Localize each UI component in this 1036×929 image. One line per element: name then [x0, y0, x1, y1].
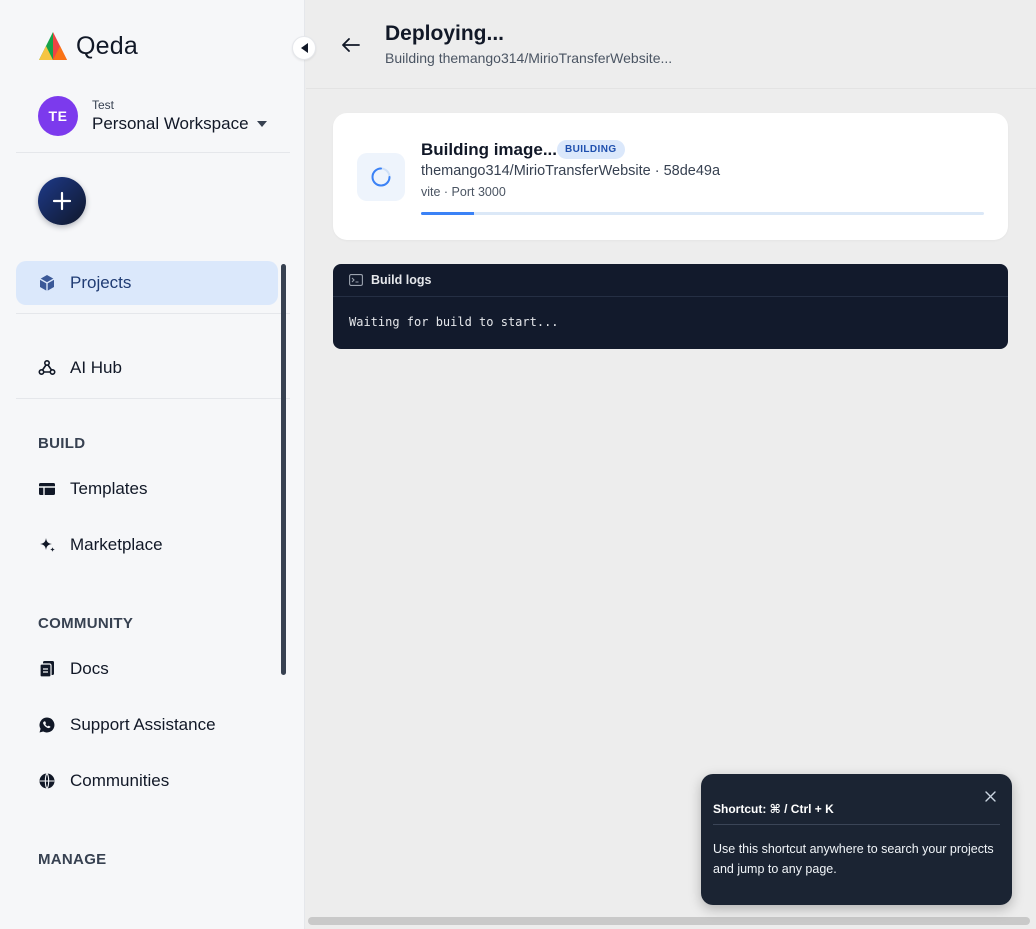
sidebar-item-support[interactable]: Support Assistance — [16, 703, 278, 747]
section-label-manage: MANAGE — [38, 851, 107, 868]
table-icon — [38, 480, 56, 498]
caret-down-icon — [256, 121, 267, 127]
sidebar-item-label: Docs — [70, 659, 109, 678]
webhook-icon — [38, 359, 56, 377]
divider — [713, 824, 1000, 825]
section-label-build: BUILD — [38, 435, 86, 452]
repo-commit-line: themango314/MirioTransferWebsite · 58de4… — [421, 163, 721, 179]
sidebar: Qeda TE Test Personal Workspace Projects… — [0, 0, 305, 929]
app-logo[interactable]: Qeda — [38, 30, 138, 62]
sidebar-item-communities[interactable]: Communities — [16, 759, 278, 803]
sidebar-item-templates[interactable]: Templates — [16, 467, 278, 511]
build-progress-fill — [421, 212, 475, 215]
loading-spinner-icon — [371, 167, 391, 187]
sidebar-item-label: Marketplace — [70, 535, 163, 554]
arrow-left-icon — [342, 38, 360, 52]
sparkle-icon — [38, 536, 56, 554]
sidebar-item-label: Communities — [70, 771, 170, 790]
divider — [16, 313, 290, 314]
workspace-name: Personal Workspace — [92, 114, 249, 133]
sidebar-item-label: AI Hub — [70, 358, 122, 377]
page-subtitle: Building themango314/MirioTransferWebsit… — [385, 50, 673, 66]
shortcut-tip-toast: Shortcut: ⌘ / Ctrl + K Use this shortcut… — [701, 774, 1012, 905]
sidebar-item-label: Templates — [70, 479, 148, 498]
framework-port-line: vite · Port 3000 — [421, 185, 506, 199]
section-label-community: COMMUNITY — [38, 615, 134, 632]
close-button[interactable] — [982, 788, 998, 804]
docs-icon — [38, 660, 56, 678]
plus-icon — [52, 191, 72, 211]
spinner-container — [357, 153, 405, 201]
collapse-sidebar-button[interactable] — [292, 36, 316, 60]
cube-icon — [38, 274, 56, 292]
status-badge: BUILDING — [557, 140, 625, 159]
main-content: Deploying... Building themango314/MirioT… — [306, 0, 1036, 929]
build-logs-panel: Build logs Waiting for build to start... — [333, 264, 1008, 349]
sidebar-item-marketplace[interactable]: Marketplace — [16, 523, 278, 567]
build-logs-header: Build logs — [333, 264, 1008, 297]
new-project-button[interactable] — [38, 177, 86, 225]
workspace-switcher[interactable]: TE Test Personal Workspace — [38, 96, 267, 136]
build-logs-title: Build logs — [371, 273, 432, 287]
sidebar-item-ai-hub[interactable]: AI Hub — [16, 346, 278, 390]
sidebar-scrollbar[interactable] — [281, 264, 286, 675]
build-status-title: Building image... — [421, 140, 558, 159]
close-icon — [984, 790, 996, 802]
build-logs-output: Waiting for build to start... — [349, 315, 559, 329]
back-button[interactable] — [340, 34, 362, 56]
qeda-logo-icon — [39, 32, 67, 60]
deployment-status-card: Building image... BUILDING themango314/M… — [333, 113, 1008, 240]
sidebar-item-projects[interactable]: Projects — [16, 261, 278, 305]
caret-left-icon — [300, 43, 308, 53]
workspace-name-row: Personal Workspace — [92, 114, 267, 134]
page-header: Deploying... Building themango314/MirioT… — [306, 0, 1036, 89]
toast-body: Use this shortcut anywhere to search you… — [713, 842, 994, 876]
page-title: Deploying... — [385, 22, 505, 45]
avatar: TE — [38, 96, 78, 136]
divider — [16, 398, 290, 399]
horizontal-scrollbar[interactable] — [308, 917, 1030, 925]
divider — [16, 152, 290, 153]
toast-title: Shortcut: ⌘ / Ctrl + K — [713, 802, 834, 816]
sidebar-item-docs[interactable]: Docs — [16, 647, 278, 691]
app-name: Qeda — [76, 31, 138, 60]
terminal-icon — [349, 274, 363, 286]
whatsapp-icon — [38, 716, 56, 734]
workspace-label: Test — [92, 98, 115, 112]
sidebar-item-label: Support Assistance — [70, 715, 216, 734]
sidebar-item-label: Projects — [70, 273, 132, 292]
build-progress-bar — [421, 212, 984, 215]
globe-icon — [38, 772, 56, 790]
